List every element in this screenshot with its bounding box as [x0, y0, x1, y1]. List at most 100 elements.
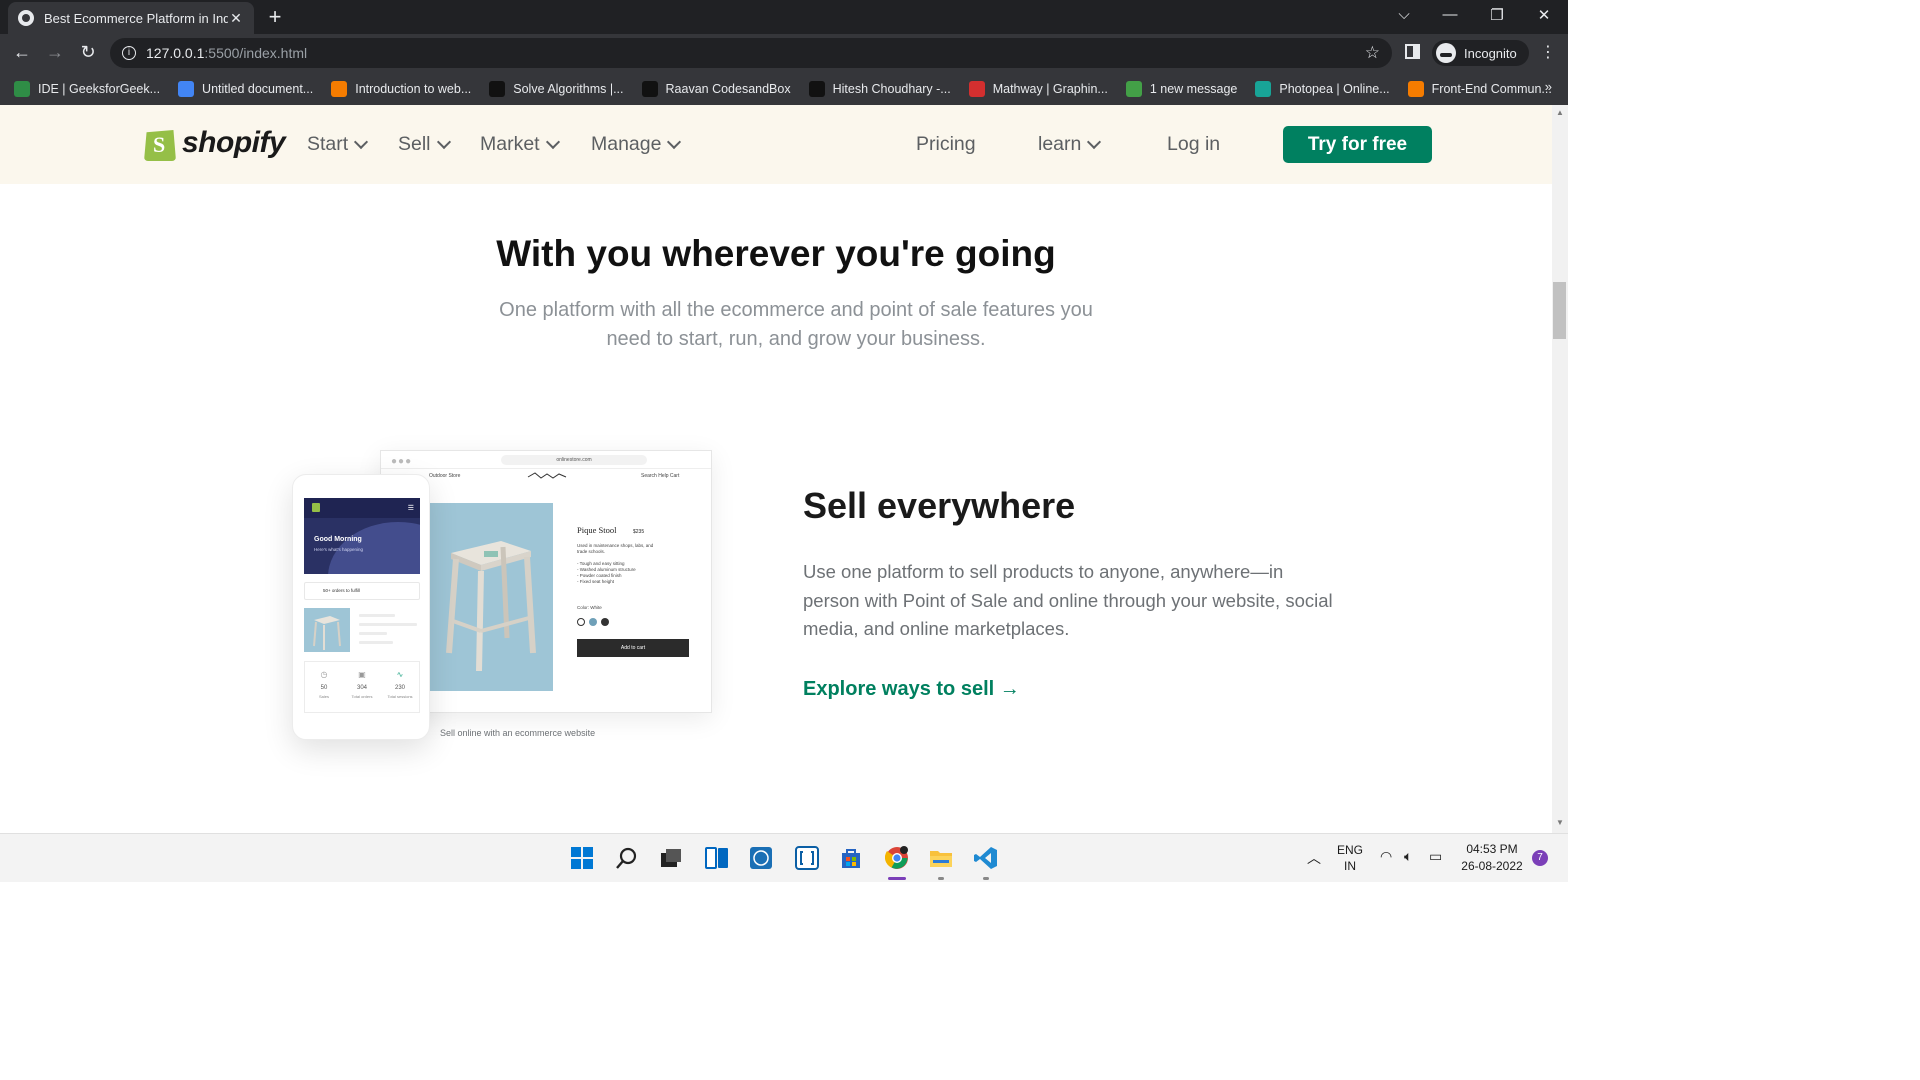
back-icon[interactable]: ←: [10, 42, 34, 63]
shopify-bag-icon: S: [144, 130, 176, 161]
minimize-icon[interactable]: —: [1438, 6, 1462, 23]
stat-sessions: ∿ 230 Total sessions: [381, 662, 419, 712]
task-view-icon[interactable]: [659, 846, 683, 870]
scrollbar-thumb[interactable]: [1553, 282, 1566, 339]
microsoft-store-icon[interactable]: [839, 846, 863, 870]
nav-start[interactable]: Start: [307, 133, 369, 156]
language-indicator-bottom[interactable]: IN: [1334, 859, 1366, 873]
nav-sell[interactable]: Sell: [398, 133, 451, 156]
trend-icon: ∿: [396, 670, 404, 679]
nav-market-label: Market: [480, 133, 540, 155]
bookmark-label: IDE | GeeksforGeek...: [38, 81, 161, 96]
tab-search-chevron-icon[interactable]: ⌵: [1392, 6, 1416, 23]
nav-start-label: Start: [307, 133, 349, 155]
bookmark-item[interactable]: Solve Algorithms |...: [489, 80, 624, 97]
bookmark-favicon-icon: [489, 80, 506, 97]
phone-product-thumb: [304, 608, 350, 652]
bookmark-label: Photopea | Online...: [1279, 81, 1390, 96]
browser-chrome: Best Ecommerce Platform in India ✕ + ⌵ —…: [0, 0, 1568, 105]
try-for-free-button[interactable]: Try for free: [1283, 126, 1432, 163]
url-text[interactable]: 127.0.0.1:5500/index.html: [146, 45, 307, 61]
nav-market[interactable]: Market: [480, 133, 560, 156]
bookmark-item[interactable]: Photopea | Online...: [1255, 80, 1390, 97]
orders-icon: ▣: [358, 670, 366, 679]
phone-subgreeting: Here's what's happening: [314, 547, 363, 552]
logo-text: shopify: [182, 126, 286, 159]
forward-icon[interactable]: →: [43, 42, 67, 63]
close-tab-icon[interactable]: ✕: [228, 10, 244, 27]
address-bar[interactable]: i 127.0.0.1:5500/index.html ☆: [110, 38, 1392, 68]
file-explorer-icon[interactable]: [929, 846, 953, 870]
bookmark-item[interactable]: Mathway | Graphin...: [968, 80, 1108, 97]
nav-manage[interactable]: Manage: [591, 133, 682, 156]
bookmark-item[interactable]: Raavan CodesandBox: [641, 80, 791, 97]
volume-icon[interactable]: 🔈︎: [1404, 848, 1412, 865]
site-info-icon[interactable]: i: [122, 46, 136, 60]
widgets-icon[interactable]: [705, 846, 729, 870]
scroll-down-arrow-icon[interactable]: ▼: [1552, 818, 1568, 827]
mockup-product-bullets: - Tough and easy sitting - Washed alumin…: [577, 561, 636, 584]
bookmark-favicon-icon: [641, 80, 658, 97]
stat-value: 230: [394, 685, 405, 691]
dell-app-icon[interactable]: [749, 846, 773, 870]
bookmark-item[interactable]: Hitesh Choudhary -...: [808, 80, 951, 97]
bookmark-item[interactable]: Introduction to web...: [331, 80, 471, 97]
bookmark-item[interactable]: Untitled document...: [178, 80, 314, 97]
sell-everywhere-title: Sell everywhere: [803, 485, 1076, 526]
mockup-address: onlinestore.com: [501, 455, 647, 465]
bookmark-favicon-icon: [808, 80, 825, 97]
reload-icon[interactable]: ↻: [76, 42, 100, 63]
bookmark-item[interactable]: 1 new message: [1125, 80, 1237, 97]
phone-shopify-icon: [312, 503, 320, 512]
clock-date[interactable]: 26-08-2022: [1456, 859, 1528, 873]
new-tab-button[interactable]: +: [262, 6, 288, 30]
phone-orders-row: 50+ orders to fulfill: [304, 582, 420, 600]
close-window-icon[interactable]: ✕: [1532, 6, 1556, 24]
stat-orders: ▣ 304 Total orders: [343, 662, 381, 712]
nav-sell-label: Sell: [398, 133, 431, 155]
bookmark-label: Hitesh Choudhary -...: [832, 81, 951, 96]
restore-icon[interactable]: ❐: [1485, 6, 1509, 24]
language-indicator-top[interactable]: ENG: [1334, 843, 1366, 857]
incognito-icon: [1436, 43, 1456, 63]
notification-badge[interactable]: 7: [1532, 850, 1548, 866]
incognito-profile-button[interactable]: Incognito: [1432, 40, 1529, 66]
tray-overflow-chevron-icon[interactable]: ︿: [1307, 848, 1321, 868]
shopify-logo[interactable]: S shopify: [144, 125, 286, 161]
bookmark-label: Solve Algorithms |...: [513, 81, 624, 96]
nav-pricing[interactable]: Pricing: [916, 133, 976, 156]
battery-icon[interactable]: ▭: [1429, 848, 1442, 865]
side-panel-icon[interactable]: [1405, 44, 1420, 59]
bookmark-favicon-icon: [968, 80, 985, 97]
mockup-color-label: Color: White: [577, 605, 602, 610]
bookmark-item[interactable]: IDE | GeeksforGeek...: [14, 80, 161, 97]
nav-login[interactable]: Log in: [1167, 133, 1220, 156]
bookmark-item[interactable]: Front-End Commun...: [1407, 80, 1552, 97]
nav-learn[interactable]: learn: [1038, 133, 1102, 156]
clock-time[interactable]: 04:53 PM: [1456, 842, 1528, 856]
page-scrollbar[interactable]: [1552, 105, 1568, 833]
windows-start-icon[interactable]: [570, 846, 594, 870]
bookmark-label: Untitled document...: [202, 81, 314, 96]
wifi-icon[interactable]: ◠: [1380, 848, 1392, 865]
menu-kebab-icon[interactable]: ⋮: [1540, 42, 1556, 62]
scroll-up-arrow-icon[interactable]: ▲: [1552, 108, 1568, 117]
bookmark-favicon-icon: [178, 80, 195, 97]
bookmarks-overflow-icon[interactable]: »: [1545, 79, 1552, 94]
section-subtitle: One platform with all the ecommerce and …: [499, 299, 1093, 350]
bookmarks-bar: IDE | GeeksforGeek... Untitled document..…: [0, 72, 1568, 105]
chrome-icon[interactable]: [885, 846, 909, 870]
explore-ways-to-sell-link[interactable]: Explore ways to sell →: [803, 678, 1020, 701]
swatch-blue: [589, 618, 597, 626]
stat-value: 304: [356, 685, 367, 691]
nav-manage-label: Manage: [591, 133, 662, 155]
app-bracket-icon[interactable]: [795, 846, 819, 870]
stat-value: 50: [320, 685, 328, 691]
vscode-icon[interactable]: [974, 846, 998, 870]
color-swatches: [577, 618, 609, 626]
browser-tab[interactable]: Best Ecommerce Platform in India ✕: [8, 2, 254, 34]
swatch-black: [601, 618, 609, 626]
browser-toolbar: ← → ↻ i 127.0.0.1:5500/index.html ☆ Inco…: [0, 34, 1568, 72]
search-icon[interactable]: [615, 846, 639, 870]
bookmark-star-icon[interactable]: ☆: [1365, 43, 1380, 63]
